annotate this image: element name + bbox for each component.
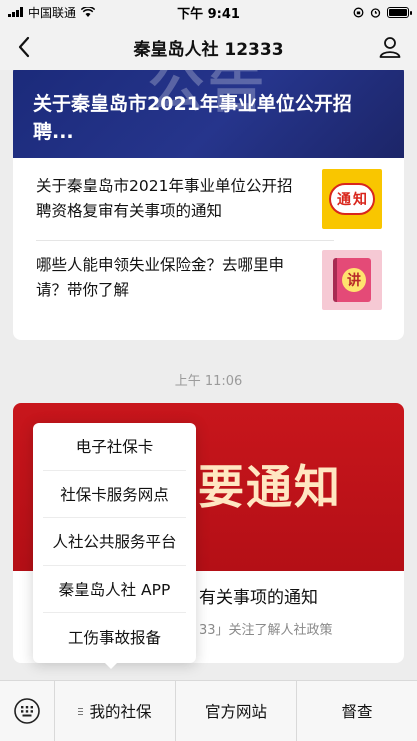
divider [36, 240, 334, 241]
article-card: 公告 关于秦皇岛市2021年事业单位公开招聘... 关于秦皇岛市2021年事业单… [13, 70, 404, 340]
submenu-item-public-service[interactable]: 人社公共服务平台 [43, 518, 186, 566]
article-item[interactable]: 关于秦皇岛市2021年事业单位公开招聘资格复审有关事项的通知 通知 [13, 166, 404, 242]
bottom-menu-bar: 我的社保 官方网站 督查 [0, 680, 417, 741]
submenu-pointer [104, 662, 118, 669]
keyboard-icon [14, 698, 40, 724]
battery-icon [387, 6, 412, 18]
alarm-icon [370, 7, 381, 18]
menu-tab-label: 官方网站 [204, 703, 267, 721]
menu-tab-supervision[interactable]: 督查 [297, 681, 417, 741]
carrier-name: 中国联通 [28, 5, 77, 20]
rotation-lock-icon [353, 7, 364, 17]
book-thumbnail: 讲 [322, 250, 382, 310]
notice-thumbnail: 通知 [322, 169, 382, 229]
menu-tab-my-insurance[interactable]: 我的社保 [55, 681, 176, 741]
submenu-popup: 电子社保卡 社保卡服务网点 人社公共服务平台 秦皇岛人社 APP 工伤事故报备 [33, 423, 196, 663]
submenu-item-injury-report[interactable]: 工伤事故报备 [43, 613, 186, 661]
book-icon: 讲 [333, 258, 371, 302]
menu-tab-label: 督查 [341, 703, 373, 721]
article-item[interactable]: 哪些人能申领失业保险金？去哪里申请？带你了解 讲 [13, 250, 404, 326]
wifi-icon [81, 7, 96, 17]
article-title: 哪些人能申领失业保险金？去哪里申请？带你了解 [36, 256, 285, 299]
status-right [353, 6, 412, 18]
status-bar: 中国联通 下午 9:41 [0, 0, 417, 24]
menu-tab-label: 我的社保 [89, 703, 152, 721]
submenu-item-app[interactable]: 秦皇岛人社 APP [43, 566, 186, 613]
menu-tab-official-site[interactable]: 官方网站 [176, 681, 297, 741]
cover-title: 关于秦皇岛市2021年事业单位公开招聘... [33, 93, 352, 143]
cover-text: 要通知 [198, 460, 342, 514]
article-title: 关于秦皇岛市2021年事业单位公开招聘资格复审有关事项的通知 [36, 177, 293, 220]
signal-icon [8, 7, 23, 17]
nav-bar: 秦皇岛人社 12333 [0, 24, 417, 70]
back-arrow-icon[interactable] [12, 34, 38, 60]
submenu-indicator-icon [78, 707, 84, 715]
notice-badge-icon: 通知 [329, 183, 375, 215]
submenu-item-e-card[interactable]: 电子社保卡 [43, 423, 186, 471]
status-left: 中国联通 [8, 4, 96, 21]
message-timestamp: 上午 11:06 [174, 374, 243, 389]
submenu-item-service-points[interactable]: 社保卡服务网点 [43, 471, 186, 518]
article-cover[interactable]: 公告 关于秦皇岛市2021年事业单位公开招聘... [13, 70, 404, 158]
page-title: 秦皇岛人社 12333 [133, 39, 284, 60]
keyboard-toggle-button[interactable] [0, 681, 55, 741]
profile-icon[interactable] [377, 34, 403, 60]
